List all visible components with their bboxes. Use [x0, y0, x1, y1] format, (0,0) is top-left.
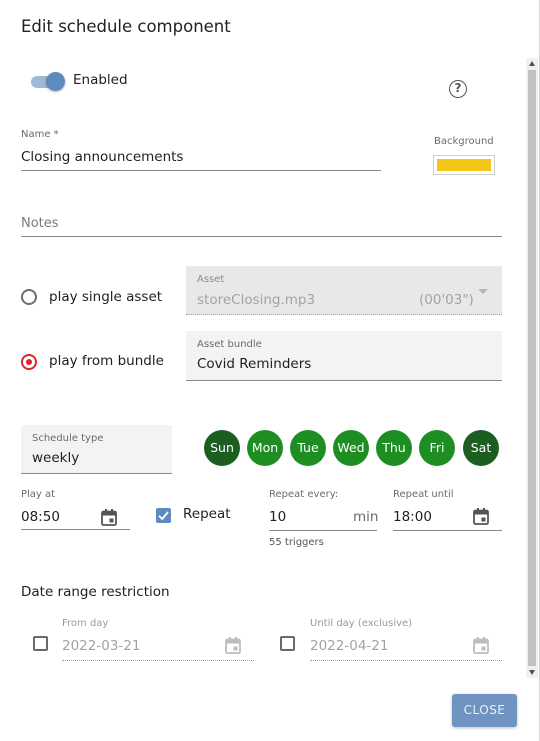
- enabled-label: Enabled: [73, 72, 128, 88]
- repeat-every-unit: min: [353, 509, 379, 525]
- toggle-knob: [46, 72, 65, 91]
- day-tue-button[interactable]: Tue: [290, 430, 326, 466]
- dialog-title: Edit schedule component: [21, 17, 231, 36]
- asset-bundle-value: Covid Reminders: [197, 356, 312, 372]
- day-mon-button[interactable]: Mon: [247, 430, 283, 466]
- until-day-label: Until day (exclusive): [310, 618, 413, 629]
- name-field-label: Name *: [21, 129, 59, 140]
- calendar-icon[interactable]: [473, 637, 489, 654]
- play-from-bundle-radio[interactable]: [21, 354, 37, 370]
- from-day-label: From day: [62, 618, 109, 629]
- calendar-icon[interactable]: [473, 508, 489, 525]
- until-day-checkbox[interactable]: [280, 636, 295, 651]
- background-label: Background: [434, 136, 494, 147]
- enabled-toggle[interactable]: [31, 72, 65, 91]
- from-day-checkbox[interactable]: [33, 636, 48, 651]
- asset-duration: (00'03"): [419, 292, 474, 308]
- day-fri-button[interactable]: Fri: [419, 430, 455, 466]
- from-day-field[interactable]: 2022-03-21: [62, 638, 140, 654]
- repeat-every-underline: [269, 530, 377, 531]
- day-sat-button[interactable]: Sat: [463, 430, 499, 466]
- play-single-asset-label: play single asset: [49, 289, 163, 305]
- day-sun-button[interactable]: Sun: [204, 430, 240, 466]
- date-range-title: Date range restriction: [21, 584, 170, 600]
- background-color-swatch: [437, 159, 491, 171]
- triggers-count: 55 triggers: [269, 537, 324, 548]
- schedule-type-select[interactable]: Schedule type weekly: [21, 425, 172, 474]
- day-thu-button[interactable]: Thu: [376, 430, 412, 466]
- play-at-label: Play at: [21, 489, 56, 500]
- name-field[interactable]: Closing announcements: [21, 149, 183, 165]
- until-day-underline: [310, 659, 502, 661]
- repeat-until-label: Repeat until: [393, 489, 454, 500]
- background-color-picker[interactable]: [433, 155, 495, 175]
- day-wed-button[interactable]: Wed: [333, 430, 369, 466]
- asset-bundle-field[interactable]: Asset bundle Covid Reminders: [186, 331, 502, 381]
- repeat-checkbox[interactable]: [156, 508, 171, 523]
- calendar-icon[interactable]: [225, 637, 241, 654]
- repeat-until-field[interactable]: 18:00: [393, 509, 432, 525]
- repeat-every-field[interactable]: 10: [269, 509, 286, 525]
- schedule-type-label: Schedule type: [32, 433, 104, 444]
- repeat-label: Repeat: [183, 506, 231, 522]
- asset-value: storeClosing.mp3: [197, 292, 316, 308]
- notes-field[interactable]: Notes: [21, 216, 59, 231]
- checkmark-icon: [158, 511, 169, 521]
- asset-bundle-label: Asset bundle: [197, 339, 262, 350]
- edit-schedule-dialog: Edit schedule component Enabled ? Name *…: [0, 0, 540, 741]
- play-from-bundle-label: play from bundle: [49, 353, 164, 369]
- radio-selected-dot: [26, 359, 32, 365]
- calendar-icon[interactable]: [101, 509, 117, 526]
- asset-select[interactable]: Asset storeClosing.mp3 (00'03"): [186, 266, 502, 315]
- play-single-asset-radio[interactable]: [21, 289, 37, 305]
- scroll-up-arrow-icon[interactable]: [529, 61, 535, 66]
- scrollbar-thumb[interactable]: [528, 70, 536, 666]
- scrollbar[interactable]: [526, 58, 538, 678]
- notes-underline: [21, 236, 502, 237]
- name-underline: [21, 170, 381, 171]
- play-at-underline: [21, 529, 130, 530]
- chevron-down-icon: [478, 289, 488, 294]
- asset-label: Asset: [197, 274, 225, 285]
- repeat-every-label: Repeat every:: [269, 489, 339, 500]
- help-icon[interactable]: ?: [449, 80, 467, 98]
- until-day-field[interactable]: 2022-04-21: [310, 638, 388, 654]
- scroll-down-arrow-icon[interactable]: [529, 670, 535, 675]
- repeat-until-underline: [393, 530, 502, 531]
- from-day-underline: [62, 659, 254, 661]
- close-button[interactable]: CLOSE: [452, 694, 517, 727]
- schedule-type-value: weekly: [32, 450, 80, 466]
- play-at-field[interactable]: 08:50: [21, 509, 60, 525]
